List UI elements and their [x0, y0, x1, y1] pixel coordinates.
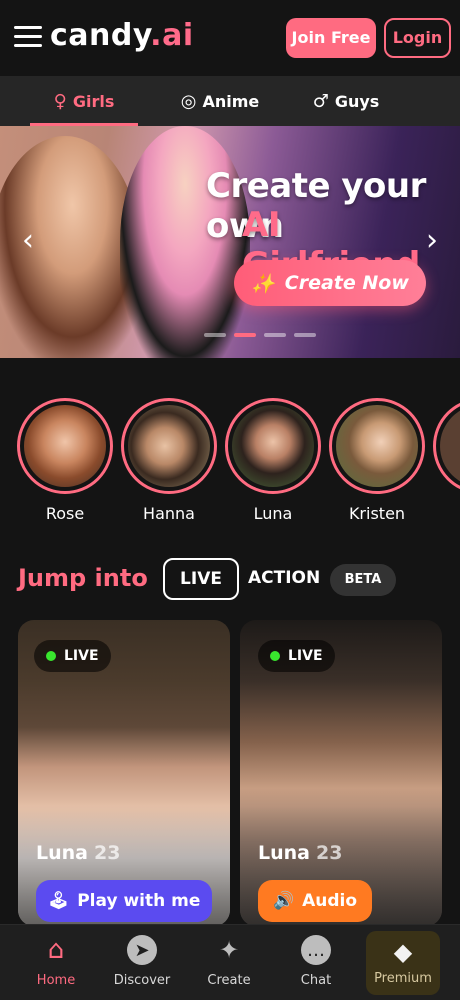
character-stories: Rose Hanna Luna Kristen — [0, 398, 460, 538]
carousel-indicators — [204, 333, 316, 337]
chevron-left-icon[interactable]: ‹ — [16, 226, 40, 256]
story-luna[interactable]: Luna — [225, 398, 321, 523]
top-header: candy.ai Join Free Login — [0, 0, 460, 76]
nav-home-label: Home — [36, 973, 76, 988]
nav-home[interactable]: ⌂ Home — [16, 935, 96, 988]
avatar-image — [24, 405, 106, 487]
chevron-right-icon[interactable]: › — [420, 226, 444, 256]
avatar — [121, 398, 217, 494]
live-dot-icon — [46, 651, 56, 661]
compass-icon: ➤ — [127, 935, 157, 965]
live-filter-button[interactable]: LIVE — [163, 558, 239, 600]
joystick-icon: 🕹 — [47, 891, 70, 911]
audio-button-label: Audio — [302, 891, 358, 911]
carousel-dot[interactable] — [264, 333, 286, 337]
story-kristen[interactable]: Kristen — [329, 398, 425, 523]
avatar-image — [440, 405, 460, 487]
avatar — [329, 398, 425, 494]
carousel-dot[interactable] — [294, 333, 316, 337]
logo-dot: . — [150, 18, 163, 53]
create-now-label: Create Now — [284, 272, 409, 294]
audio-button[interactable]: 🔊 Audio — [258, 880, 372, 922]
nav-discover[interactable]: ➤ Discover — [102, 935, 182, 988]
category-tabs: ♀ Girls ◎ Anime ♂ Guys — [0, 76, 460, 126]
login-button[interactable]: Login — [384, 18, 451, 58]
nav-premium[interactable]: ◆ Premium — [366, 931, 440, 995]
beta-badge: BETA — [330, 564, 396, 596]
create-now-button[interactable]: ✨ Create Now — [234, 260, 426, 306]
card-name-text: Luna — [36, 842, 88, 864]
chat-bubble-icon: … — [301, 935, 331, 965]
avatar — [17, 398, 113, 494]
play-button-label: Play with me — [77, 891, 201, 911]
tab-girls-label: Girls — [72, 91, 115, 111]
character-card[interactable]: LIVE Luna 23 🕹 Play with me — [18, 620, 230, 926]
nav-premium-label: Premium — [374, 971, 432, 986]
anime-spiral-icon: ◎ — [180, 90, 197, 112]
nav-discover-label: Discover — [113, 973, 171, 988]
avatar-image — [128, 405, 210, 487]
logo-ai: ai — [162, 18, 194, 53]
live-badge-label: LIVE — [64, 648, 99, 664]
diamond-icon: ◆ — [393, 938, 413, 966]
nav-chat[interactable]: … Chat — [276, 935, 356, 988]
speaker-icon: 🔊 — [272, 891, 295, 911]
story-rose[interactable]: Rose — [17, 398, 113, 523]
bottom-navigation: ⌂ Home ➤ Discover ✦ Create … Chat ◆ Prem… — [0, 924, 460, 1000]
tab-guys[interactable]: ♂ Guys — [306, 76, 386, 126]
logo[interactable]: candy.ai — [50, 18, 194, 53]
carousel-dot[interactable] — [204, 333, 226, 337]
avatar — [433, 398, 460, 494]
home-icon: ⌂ — [47, 935, 65, 965]
tab-guys-label: Guys — [334, 91, 380, 111]
magic-wand-icon: ✦ — [218, 936, 240, 964]
nav-create[interactable]: ✦ Create — [189, 935, 269, 988]
story-name: Luna — [253, 504, 293, 523]
tab-girls[interactable]: ♀ Girls — [30, 76, 138, 126]
carousel-dot-active[interactable] — [234, 333, 256, 337]
tab-anime[interactable]: ◎ Anime — [170, 76, 270, 126]
live-badge-label: LIVE — [288, 648, 323, 664]
story-name: Rose — [45, 504, 85, 523]
character-card[interactable]: LIVE Luna 23 🔊 Audio — [240, 620, 442, 926]
live-dot-icon — [270, 651, 280, 661]
avatar — [225, 398, 321, 494]
story-name: Hanna — [143, 504, 195, 523]
section-title: Jump into — [18, 564, 148, 592]
card-age: 23 — [315, 842, 343, 864]
live-badge: LIVE — [34, 640, 111, 672]
card-name: Luna 23 — [36, 842, 120, 864]
story-name: Kristen — [348, 504, 406, 523]
card-name: Luna 23 — [258, 842, 342, 864]
story-hanna[interactable]: Hanna — [121, 398, 217, 523]
tab-anime-label: Anime — [202, 91, 260, 111]
story-partial[interactable] — [433, 398, 460, 494]
magic-wand-icon: ✨ — [251, 272, 275, 295]
male-icon: ♂ — [312, 90, 329, 112]
card-age: 23 — [93, 842, 121, 864]
live-badge: LIVE — [258, 640, 335, 672]
nav-create-label: Create — [207, 973, 251, 988]
logo-text: candy — [50, 18, 151, 53]
avatar-image — [232, 405, 314, 487]
action-filter-button[interactable]: ACTION — [248, 568, 320, 588]
play-with-me-button[interactable]: 🕹 Play with me — [36, 880, 212, 922]
female-icon: ♀ — [53, 90, 67, 112]
join-free-button[interactable]: Join Free — [286, 18, 376, 58]
hamburger-menu-icon[interactable] — [14, 26, 42, 48]
nav-chat-label: Chat — [300, 973, 332, 988]
avatar-image — [336, 405, 418, 487]
card-name-text: Luna — [258, 842, 310, 864]
